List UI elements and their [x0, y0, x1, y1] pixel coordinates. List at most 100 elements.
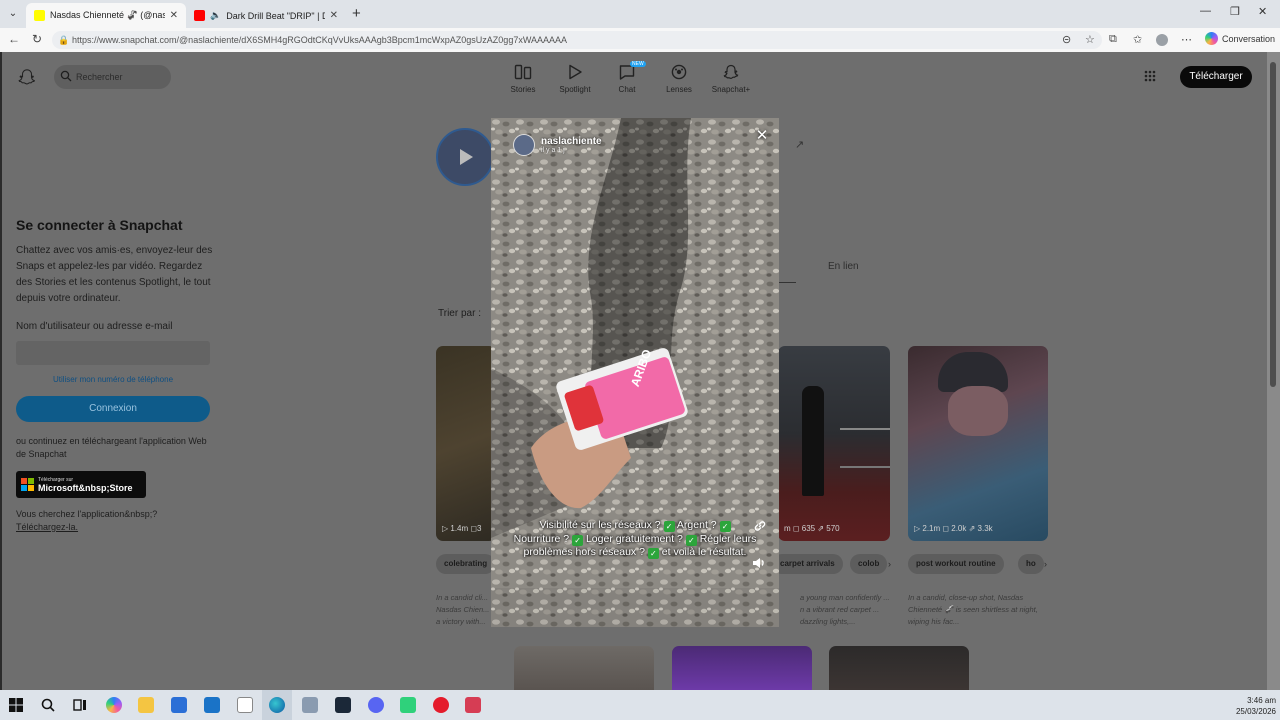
browser-tab-bar: ⌄ Nasdas Chienneté 🦨 (@nasla ✕ 🔈 Dark Dr…: [0, 0, 1280, 28]
extensions-icon[interactable]: ⧉: [1109, 33, 1117, 46]
copilot-conversation-button[interactable]: Conversation: [1205, 32, 1275, 45]
apps-grid-icon[interactable]: [1144, 70, 1156, 82]
back-icon[interactable]: ←: [8, 32, 20, 46]
sort-label[interactable]: Trier par :: [438, 308, 481, 319]
copilot-taskbar-icon[interactable]: [106, 697, 122, 713]
browser-toolbar: ← ↻ 🔒 https://www.snapchat.com/@naslachi…: [0, 28, 1280, 52]
new-tab-button[interactable]: +: [352, 5, 361, 22]
spotlight-card[interactable]: ▷ 1.4m ◻3: [436, 346, 496, 541]
windows-taskbar: 3:46 am 25/03/2026: [0, 690, 1280, 720]
username-input[interactable]: [16, 341, 210, 365]
microsoft-store-badge[interactable]: Télécharger sur Microsoft&nbsp;Store: [16, 471, 146, 498]
speaker-icon: 🔈: [210, 10, 222, 20]
chevron-right-icon[interactable]: ›: [1044, 559, 1047, 569]
favorite-star-icon[interactable]: ☆: [1085, 33, 1095, 46]
reader-icon[interactable]: ⊝: [1062, 33, 1071, 46]
tab-list-chevron-icon[interactable]: ⌄: [4, 5, 22, 23]
search-input[interactable]: Rechercher: [54, 65, 171, 89]
system-clock[interactable]: 3:46 am 25/03/2026: [1232, 695, 1276, 717]
check-icon: ✓: [719, 521, 731, 532]
login-panel: Se connecter à Snapchat Chattez avec vos…: [16, 217, 216, 534]
card-caption: In a candid, close-up shot, Nasdas Chien…: [908, 593, 1038, 626]
steam-icon[interactable]: [335, 697, 351, 713]
author-avatar: [513, 134, 535, 156]
tab-en-lien[interactable]: En lien: [828, 261, 859, 272]
spotlight-card[interactable]: [514, 646, 654, 690]
window-close-icon[interactable]: ✕: [1258, 5, 1267, 18]
edge-browser-icon[interactable]: [269, 697, 285, 713]
check-icon: ✓: [663, 521, 675, 532]
link-icon[interactable]: [753, 519, 767, 533]
collections-icon[interactable]: ✩: [1133, 33, 1142, 46]
chevron-right-icon[interactable]: ›: [888, 559, 891, 569]
snapchat-plus-icon: [723, 64, 739, 80]
microsoft-store-icon[interactable]: [171, 697, 187, 713]
discord-icon[interactable]: [368, 697, 384, 713]
tag-chip[interactable]: colob: [850, 554, 888, 574]
file-explorer-icon[interactable]: [138, 697, 154, 713]
nav-spotlight[interactable]: Spotlight: [550, 64, 600, 94]
page-scrollbar[interactable]: [1267, 52, 1280, 690]
login-description: Chattez avec vos amis·es, envoyez-leur d…: [16, 245, 213, 304]
opera-gx-icon[interactable]: [433, 697, 449, 713]
more-menu-icon[interactable]: ⋯: [1181, 33, 1192, 46]
search-icon[interactable]: [40, 697, 56, 713]
download-it-link[interactable]: Téléchargez-la.: [16, 522, 78, 532]
check-icon: ✓: [685, 534, 697, 546]
login-button[interactable]: Connexion: [16, 396, 210, 422]
story-author[interactable]: naslachiente il y a 1 j: [513, 134, 602, 156]
person-silhouette: [802, 386, 824, 496]
browser-tab-snapchat[interactable]: Nasdas Chienneté 🦨 (@nasla ✕: [26, 3, 186, 28]
app-icon[interactable]: [302, 697, 318, 713]
story-viewer-modal[interactable]: ARIBO naslachiente il y a 1 j ✕ Visibili…: [491, 118, 779, 627]
refresh-icon[interactable]: ↻: [32, 32, 42, 46]
login-title: Se connecter à Snapchat: [16, 217, 183, 233]
lenses-icon: [671, 64, 687, 80]
profile-avatar[interactable]: [436, 128, 494, 186]
lock-icon: 🔒: [58, 35, 70, 45]
spotlight-card[interactable]: ▷ 2.1m ◻ 2.0k ⇗ 3.3k: [908, 346, 1048, 541]
volume-icon[interactable]: [751, 556, 767, 570]
tag-chip[interactable]: colebrating: [436, 554, 496, 574]
profile-avatar-icon[interactable]: [1156, 34, 1168, 46]
nav-snapchat-plus[interactable]: Snapchat+: [706, 64, 756, 94]
close-tab-icon[interactable]: ✕: [170, 10, 178, 21]
or-download-text: ou continuez en téléchargeant l'applicat…: [16, 436, 207, 459]
windows-start-icon[interactable]: [8, 697, 24, 713]
browser-tab-youtube[interactable]: 🔈 Dark Drill Beat "DRIP" | Drill R ✕: [186, 3, 346, 28]
address-bar[interactable]: 🔒 https://www.snapchat.com/@naslachiente…: [52, 31, 1102, 49]
spotlight-card[interactable]: [672, 646, 812, 690]
snapchat-ghost-logo-icon[interactable]: [18, 68, 36, 86]
spotlight-card[interactable]: [829, 646, 969, 690]
tag-chip[interactable]: carpet arrivals: [772, 554, 843, 574]
notepad-icon[interactable]: [237, 697, 253, 713]
tag-chip[interactable]: post workout routine: [908, 554, 1004, 574]
app-icon[interactable]: [465, 697, 481, 713]
share-icon[interactable]: ↗: [795, 138, 804, 151]
check-icon: ✓: [647, 548, 659, 559]
close-modal-button[interactable]: ✕: [753, 127, 771, 145]
close-tab-icon[interactable]: ✕: [330, 10, 338, 21]
spotlight-card[interactable]: m ◻ 635 ⇗ 570: [778, 346, 890, 541]
card-caption: In a candid cli... Nasdas Chien... a vic…: [436, 593, 490, 626]
snapchat-page: Rechercher Stories Spotlight NEW Chat Le…: [2, 52, 1267, 690]
minimize-icon[interactable]: —: [1200, 5, 1211, 17]
task-view-icon[interactable]: [72, 697, 88, 713]
download-button[interactable]: Télécharger: [1180, 66, 1252, 88]
face-shape: [948, 386, 1008, 436]
copilot-icon: [1205, 32, 1218, 45]
restore-icon[interactable]: ❐: [1230, 5, 1240, 18]
use-phone-link[interactable]: Utiliser mon numéro de téléphone: [16, 375, 210, 384]
mail-icon[interactable]: [204, 697, 220, 713]
tab-underline: [778, 282, 796, 283]
scrollbar-thumb[interactable]: [1270, 62, 1276, 387]
nav-lenses[interactable]: Lenses: [654, 64, 704, 94]
nav-chat[interactable]: NEW Chat: [602, 61, 652, 94]
tag-chip[interactable]: ho: [1018, 554, 1044, 574]
nav-stories[interactable]: Stories: [498, 64, 548, 94]
looking-for-app-text: Vous cherchez l'application&nbsp;? Téléc…: [16, 509, 158, 532]
author-name: naslachiente: [541, 136, 602, 147]
stories-icon: [514, 64, 532, 80]
username-label: Nom d'utilisateur ou adresse e-mail: [16, 321, 173, 332]
app-icon[interactable]: [400, 697, 416, 713]
